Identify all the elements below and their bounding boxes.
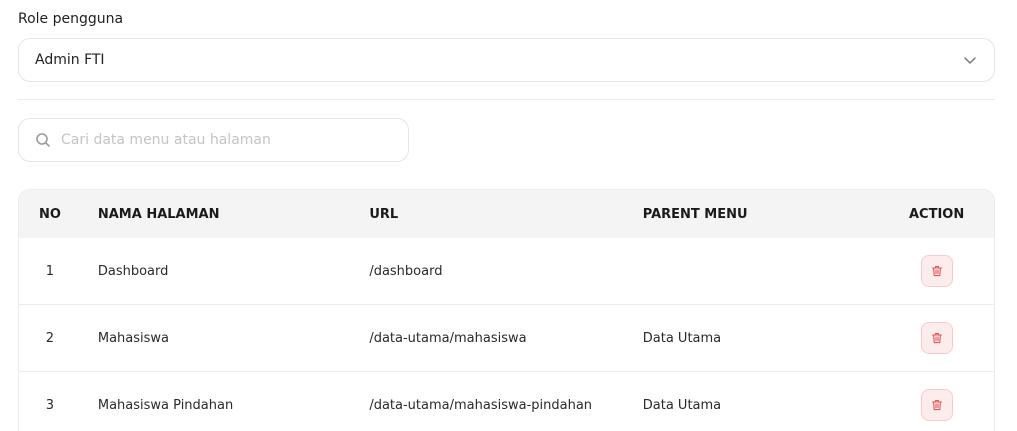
role-select-value: Admin FTI bbox=[35, 52, 105, 68]
header-url: URL bbox=[369, 206, 399, 222]
cell-url: /data-utama/mahasiswa-pindahan bbox=[369, 397, 593, 413]
header-no: NO bbox=[38, 206, 61, 222]
cell-nama: Mahasiswa bbox=[97, 330, 170, 346]
cell-no: 1 bbox=[45, 263, 55, 279]
cell-parent: Data Utama bbox=[642, 330, 722, 346]
search-box[interactable] bbox=[18, 118, 409, 162]
cell-action bbox=[879, 389, 994, 421]
header-nama-halaman: NAMA HALAMAN bbox=[97, 206, 220, 222]
role-select[interactable]: Admin FTI bbox=[18, 38, 995, 82]
delete-button[interactable] bbox=[920, 255, 953, 287]
cell-action bbox=[879, 255, 994, 287]
header-action: ACTION bbox=[908, 206, 965, 222]
search-input[interactable] bbox=[61, 132, 381, 148]
trash-icon bbox=[931, 333, 942, 344]
trash-icon bbox=[931, 266, 942, 277]
cell-nama: Mahasiswa Pindahan bbox=[97, 397, 234, 413]
page: Role pengguna Admin FTI NO NAMA HALAMAN … bbox=[0, 0, 1017, 431]
menu-table: NO NAMA HALAMAN URL PARENT MENU ACTION 1… bbox=[18, 189, 995, 431]
cell-url: /dashboard bbox=[369, 263, 443, 279]
delete-button[interactable] bbox=[920, 389, 953, 421]
table-header: NO NAMA HALAMAN URL PARENT MENU ACTION bbox=[19, 190, 994, 238]
cell-nama: Dashboard bbox=[97, 263, 169, 279]
table-row: 3 Mahasiswa Pindahan /data-utama/mahasis… bbox=[19, 372, 994, 431]
divider bbox=[18, 99, 995, 100]
table-row: 1 Dashboard /dashboard bbox=[19, 238, 994, 305]
delete-button[interactable] bbox=[920, 322, 953, 354]
cell-action bbox=[879, 322, 994, 354]
trash-icon bbox=[931, 400, 942, 411]
cell-url: /data-utama/mahasiswa bbox=[369, 330, 527, 346]
table-row: 2 Mahasiswa /data-utama/mahasiswa Data U… bbox=[19, 305, 994, 372]
search-icon bbox=[35, 132, 51, 148]
header-parent-menu: PARENT MENU bbox=[642, 206, 748, 222]
chevron-down-icon bbox=[962, 52, 978, 68]
cell-no: 3 bbox=[45, 397, 55, 413]
cell-parent: Data Utama bbox=[642, 397, 722, 413]
role-label: Role pengguna bbox=[18, 11, 124, 27]
cell-no: 2 bbox=[45, 330, 55, 346]
